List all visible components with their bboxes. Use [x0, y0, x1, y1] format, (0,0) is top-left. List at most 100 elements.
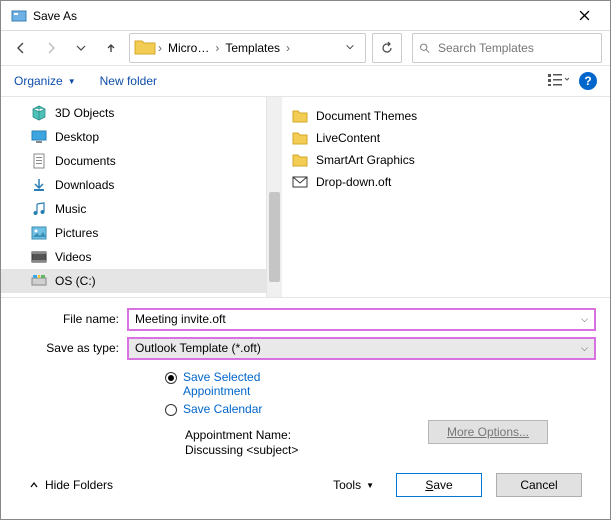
up-button[interactable]	[99, 36, 123, 60]
recent-dropdown[interactable]	[69, 36, 93, 60]
tree-item[interactable]: OS (C:)	[1, 269, 266, 293]
breadcrumb[interactable]: › Micro… › Templates ›	[129, 33, 366, 63]
new-folder-button[interactable]: New folder	[100, 74, 157, 88]
tree-item-label: Videos	[55, 250, 91, 264]
folder-icon	[292, 130, 308, 146]
savetype-label: Save as type:	[15, 341, 127, 355]
chevron-down-icon[interactable]: ⌵	[581, 314, 588, 325]
view-mode-button[interactable]	[547, 72, 569, 91]
chevron-down-icon: ▼	[68, 77, 76, 86]
search-box[interactable]	[412, 33, 602, 63]
download-icon	[31, 177, 47, 193]
radio-selected-appointment[interactable]: Save Selected Appointment	[165, 370, 596, 398]
tree-item-label: Documents	[55, 154, 116, 168]
scroll-thumb[interactable]	[269, 192, 280, 282]
music-icon	[31, 201, 47, 217]
close-button[interactable]	[562, 1, 606, 31]
file-item-label: Document Themes	[316, 109, 417, 123]
radio-label: Save Selected Appointment	[183, 370, 293, 398]
file-item[interactable]: Drop-down.oft	[292, 171, 600, 193]
filename-field[interactable]: Meeting invite.oft ⌵	[127, 308, 596, 331]
tree-item-label: 3D Objects	[55, 106, 114, 120]
main-area: 3D Objects Desktop Documents Downloads Music…	[1, 96, 610, 297]
bottom-panel: File name: Meeting invite.oft ⌵ Save as …	[1, 297, 610, 519]
file-item[interactable]: SmartArt Graphics	[292, 149, 600, 171]
toolbar: Organize ▼ New folder ?	[1, 66, 610, 96]
tools-label: Tools	[333, 478, 361, 492]
folder-icon	[292, 108, 308, 124]
breadcrumb-seg-1[interactable]: Micro…	[164, 41, 213, 55]
chevron-right-icon: ›	[286, 41, 290, 55]
more-options-button[interactable]: More Options...	[428, 420, 548, 444]
radio-icon	[165, 404, 177, 416]
tree-item-label: Music	[55, 202, 86, 216]
filename-value: Meeting invite.oft	[135, 312, 226, 326]
filename-label: File name:	[15, 312, 127, 326]
appt-name-value: Discussing <subject>	[185, 443, 596, 459]
tree-item[interactable]: Videos	[1, 245, 266, 269]
help-button[interactable]: ?	[579, 72, 597, 90]
tree-scrollbar[interactable]	[266, 97, 282, 297]
savetype-value: Outlook Template (*.oft)	[135, 341, 261, 355]
save-button[interactable]: Save	[396, 473, 482, 497]
radio-label: Save Calendar	[183, 402, 262, 416]
back-button[interactable]	[9, 36, 33, 60]
desktop-icon	[31, 129, 47, 145]
breadcrumb-seg-2[interactable]: Templates	[221, 41, 284, 55]
filename-row: File name: Meeting invite.oft ⌵	[15, 308, 596, 331]
hide-folders-label: Hide Folders	[45, 478, 113, 492]
folder-tree[interactable]: 3D Objects Desktop Documents Downloads Music…	[1, 97, 266, 297]
cancel-label: Cancel	[520, 478, 557, 492]
file-list[interactable]: Document Themes LiveContent SmartArt Graph…	[282, 97, 610, 297]
drive-icon	[31, 273, 47, 289]
tree-item[interactable]: Desktop	[1, 125, 266, 149]
nav-bar: › Micro… › Templates ›	[1, 31, 610, 65]
breadcrumb-dropdown[interactable]	[339, 41, 361, 55]
window-title: Save As	[33, 9, 562, 23]
organize-menu[interactable]: Organize ▼	[14, 74, 76, 88]
hide-folders-button[interactable]: Hide Folders	[29, 478, 113, 492]
tree-item[interactable]: 3D Objects	[1, 101, 266, 125]
chevron-right-icon: ›	[215, 41, 219, 55]
video-icon	[31, 249, 47, 265]
file-item-label: SmartArt Graphics	[316, 153, 415, 167]
doc-icon	[31, 153, 47, 169]
footer: Hide Folders Tools ▼ Save Cancel	[15, 465, 596, 509]
tools-menu[interactable]: Tools ▼	[333, 478, 374, 492]
tree-item[interactable]: Downloads	[1, 173, 266, 197]
chevron-down-icon: ▼	[366, 481, 374, 490]
file-item[interactable]: LiveContent	[292, 127, 600, 149]
app-icon	[11, 8, 27, 24]
tree-item[interactable]: Music	[1, 197, 266, 221]
file-item[interactable]: Document Themes	[292, 105, 600, 127]
title-bar: Save As	[1, 1, 610, 31]
more-options-label: More Options...	[447, 425, 529, 439]
refresh-button[interactable]	[372, 33, 402, 63]
radio-save-calendar[interactable]: Save Calendar	[165, 402, 596, 416]
tree-item-label: OS (C:)	[55, 274, 96, 288]
organize-label: Organize	[14, 74, 63, 88]
chevron-right-icon: ›	[158, 41, 162, 55]
mail-icon	[292, 174, 308, 190]
radio-icon	[165, 372, 177, 384]
file-item-label: Drop-down.oft	[316, 175, 391, 189]
tree-item[interactable]: Documents	[1, 149, 266, 173]
search-input[interactable]	[436, 40, 595, 56]
folder-icon	[292, 152, 308, 168]
folder-icon	[134, 38, 156, 59]
file-item-label: LiveContent	[316, 131, 380, 145]
save-label: Save	[425, 478, 452, 492]
cube-icon	[31, 105, 47, 121]
savetype-field[interactable]: Outlook Template (*.oft) ⌵	[127, 337, 596, 360]
savetype-row: Save as type: Outlook Template (*.oft) ⌵	[15, 337, 596, 360]
tree-item-label: Downloads	[55, 178, 114, 192]
search-icon	[419, 41, 430, 55]
cancel-button[interactable]: Cancel	[496, 473, 582, 497]
picture-icon	[31, 225, 47, 241]
chevron-down-icon[interactable]: ⌵	[581, 343, 588, 354]
save-options: Save Selected Appointment Save Calendar	[15, 370, 596, 416]
tree-item[interactable]: Pictures	[1, 221, 266, 245]
tree-item-label: Pictures	[55, 226, 98, 240]
tree-item-label: Desktop	[55, 130, 99, 144]
forward-button[interactable]	[39, 36, 63, 60]
